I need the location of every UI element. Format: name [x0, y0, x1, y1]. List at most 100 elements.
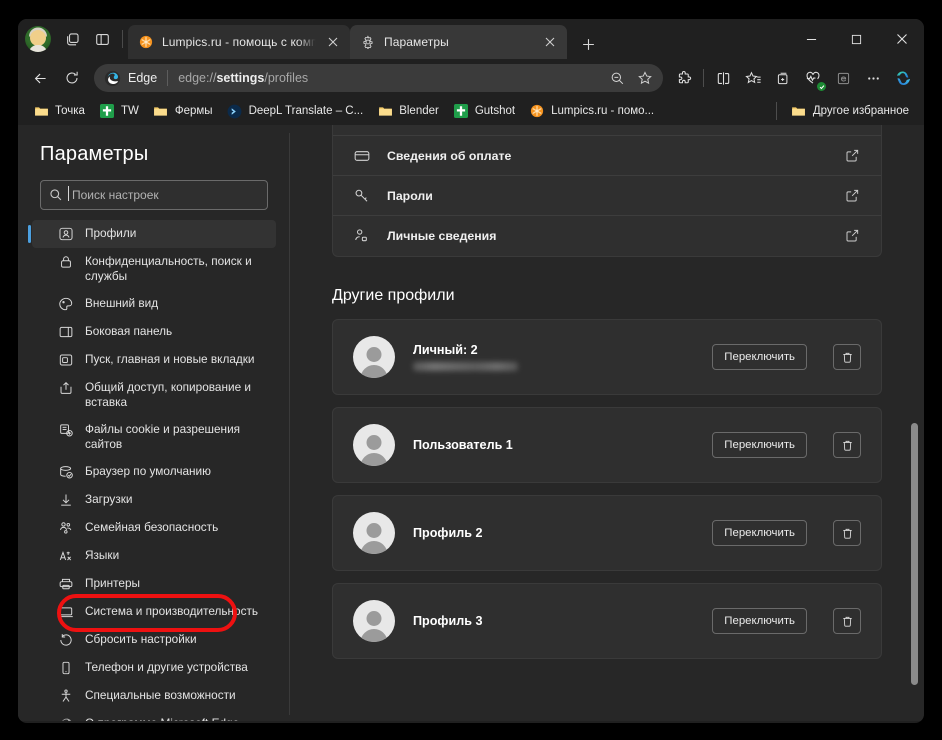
row-label: Сведения об оплате	[387, 148, 512, 163]
url-prefix: edge://	[178, 71, 217, 85]
sidebar-item-label: Загрузки	[85, 492, 133, 506]
favorites-icon[interactable]	[738, 63, 768, 93]
switch-profile-button[interactable]: Переключить	[712, 520, 807, 546]
close-icon[interactable]	[324, 33, 342, 51]
avatar-head	[366, 611, 382, 626]
sidebar-item-system-performance[interactable]: Система и производительность	[32, 598, 276, 626]
new-tab-button[interactable]	[573, 29, 603, 59]
profile-name: Личный: 2	[413, 343, 478, 357]
close-button[interactable]	[879, 19, 924, 59]
key-icon	[353, 187, 371, 205]
row-passwords[interactable]: Пароли	[333, 176, 881, 216]
sidebar-item-profiles[interactable]: Профили	[28, 220, 276, 248]
sidebar-item-accessibility[interactable]: Специальные возможности	[32, 682, 276, 710]
bookmark-label: Фермы	[174, 105, 213, 117]
avatar-body	[360, 629, 388, 642]
open-external-icon[interactable]	[845, 188, 861, 204]
bookmark-item[interactable]: Gutshot	[446, 100, 522, 122]
bookmark-item[interactable]: Blender	[370, 100, 446, 122]
scrollbar-thumb[interactable]	[911, 423, 918, 685]
refresh-button[interactable]	[56, 63, 88, 93]
url-text: edge://settings/profiles	[178, 71, 603, 85]
sidebar-item-phone-devices[interactable]: Телефон и другие устройства	[32, 654, 276, 682]
extensions-icon[interactable]	[669, 63, 699, 93]
bookmark-label: Blender	[399, 105, 439, 117]
back-button[interactable]	[24, 63, 56, 93]
tab-actions-icon[interactable]	[87, 24, 117, 54]
sidebar-item-printers[interactable]: Принтеры	[32, 570, 276, 598]
open-external-icon[interactable]	[845, 228, 861, 244]
folder-icon	[377, 103, 393, 119]
profile-card-profile-2[interactable]: Профиль 2 Переключить	[332, 495, 882, 571]
sidebar-item-family-safety[interactable]: Семейная безопасность	[32, 514, 276, 542]
tab-list: Lumpics.ru - помощь с компьютером Параме…	[128, 19, 789, 59]
window-controls	[789, 19, 924, 59]
bookmark-item[interactable]: Фермы	[146, 100, 220, 122]
tabstrip-divider	[122, 30, 123, 48]
appearance-icon	[58, 296, 74, 312]
close-icon[interactable]	[541, 33, 559, 51]
switch-profile-button[interactable]: Переключить	[712, 608, 807, 634]
sidebar-item-cookies[interactable]: Файлы cookie и разрешения сайтов	[32, 416, 276, 458]
folder-icon	[33, 103, 49, 119]
profile-card-personal-2[interactable]: Личный: 2 Переключить	[332, 319, 882, 395]
settings-and-more-icon[interactable]	[858, 63, 888, 93]
folder-icon	[153, 103, 169, 119]
page-title: Параметры	[40, 143, 149, 165]
delete-profile-button[interactable]	[833, 608, 861, 634]
avatar-head	[366, 523, 382, 538]
row-personal-info[interactable]: Личные сведения	[333, 216, 881, 256]
browser-essentials-icon[interactable]	[798, 63, 828, 93]
tab-lumpics[interactable]: Lumpics.ru - помощь с компьютером	[128, 25, 350, 59]
profile-avatar-button[interactable]	[25, 26, 51, 52]
copilot-icon[interactable]	[888, 63, 918, 93]
switch-profile-button[interactable]: Переключить	[712, 344, 807, 370]
open-external-icon[interactable]	[845, 148, 861, 164]
profile-card-user-1[interactable]: Пользователь 1 Переключить	[332, 407, 882, 483]
sidebar-item-label: Браузер по умолчанию	[85, 464, 211, 478]
delete-profile-button[interactable]	[833, 520, 861, 546]
sidebar-item-default-browser[interactable]: Браузер по умолчанию	[32, 458, 276, 486]
search-input[interactable]: Поиск настроек	[40, 180, 268, 210]
sidebar-item-start-home[interactable]: Пуск, главная и новые вкладки	[32, 346, 276, 374]
sidebar-item-label: Семейная безопасность	[85, 520, 219, 534]
bookmark-item[interactable]: TW	[92, 100, 146, 122]
maximize-button[interactable]	[834, 19, 879, 59]
other-favorites-button[interactable]: Другое избранное	[784, 100, 916, 122]
sidebar-item-share-copy-paste[interactable]: Общий доступ, копирование и вставка	[32, 374, 276, 416]
profile-name: Профиль 2	[413, 526, 483, 540]
zoom-out-icon[interactable]	[603, 66, 631, 90]
address-bar[interactable]: Edge edge://settings/profiles	[94, 64, 663, 92]
collections-icon[interactable]	[768, 63, 798, 93]
content-scrollbar[interactable]	[910, 125, 919, 721]
ie-mode-icon[interactable]	[828, 63, 858, 93]
bookmark-item[interactable]: DeepL Translate – C...	[220, 100, 371, 122]
favorite-star-icon[interactable]	[631, 66, 659, 90]
sidebar-item-privacy[interactable]: Конфиденциальность, поиск и службы	[32, 248, 276, 290]
edge-icon	[104, 70, 121, 87]
sidebar-item-downloads[interactable]: Загрузки	[32, 486, 276, 514]
bookmark-item[interactable]: Lumpics.ru - помо...	[522, 100, 661, 122]
row-payment-info[interactable]: Сведения об оплате	[333, 136, 881, 176]
switch-profile-button[interactable]: Переключить	[712, 432, 807, 458]
bookmark-label: Lumpics.ru - помо...	[551, 105, 655, 117]
split-screen-icon[interactable]	[708, 63, 738, 93]
edge-icon	[58, 716, 74, 721]
lock-icon	[58, 254, 74, 270]
sidebar-item-sidebar[interactable]: Боковая панель	[32, 318, 276, 346]
bookmark-label: Gutshot	[474, 105, 516, 117]
content-inner: Кошелек безопасно сохраняет все ваши лич…	[290, 125, 924, 659]
bookmark-item[interactable]: Точка	[26, 100, 92, 122]
delete-profile-button[interactable]	[833, 344, 861, 370]
sidebar-item-about-edge[interactable]: О программе Microsoft Edge	[32, 710, 276, 721]
minimize-button[interactable]	[789, 19, 834, 59]
sidebar-item-languages[interactable]: Языки	[32, 542, 276, 570]
sidebar-item-label: О программе Microsoft Edge	[85, 716, 239, 721]
sidebar-item-appearance[interactable]: Внешний вид	[32, 290, 276, 318]
profile-name: Профиль 3	[413, 614, 483, 628]
delete-profile-button[interactable]	[833, 432, 861, 458]
tab-search-icon[interactable]	[57, 24, 87, 54]
tab-settings[interactable]: Параметры	[350, 25, 567, 59]
profile-card-profile-3[interactable]: Профиль 3 Переключить	[332, 583, 882, 659]
sidebar-item-reset-settings[interactable]: Сбросить настройки	[32, 626, 276, 654]
